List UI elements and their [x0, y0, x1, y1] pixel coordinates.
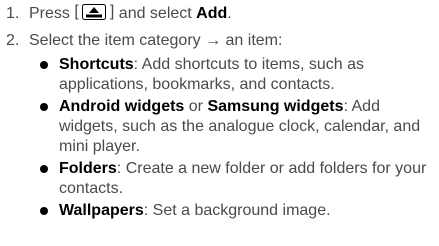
step-number: 1.	[6, 5, 20, 22]
list-item-widgets: Android widgets or Samsung widgets: Add …	[36, 97, 436, 157]
list-item-folders: Folders: Create a new folder or add fold…	[36, 159, 436, 199]
bullet-icon	[40, 165, 48, 173]
item-category-list: Shortcuts: Add shortcuts to items, such …	[36, 55, 436, 223]
term-samsung-widgets: Samsung widgets	[207, 98, 344, 115]
step-text-middle: and select	[114, 5, 197, 22]
step-1: 1. Press [ ] and select Add.	[6, 3, 232, 24]
step-text: Select the item category → an item:	[29, 32, 283, 49]
step-number: 2.	[6, 32, 20, 49]
step-text-after: .	[227, 5, 232, 22]
bracket-open: [	[74, 3, 79, 20]
bracket-close: ]	[109, 3, 115, 20]
instruction-document: 1. Press [ ] and select Add. 2. Select the…	[0, 0, 439, 246]
description: : Set a background image.	[143, 202, 331, 219]
term-wallpapers: Wallpapers	[59, 202, 144, 219]
list-item-wallpapers: Wallpapers: Set a background image.	[36, 201, 436, 221]
menu-key-icon	[82, 4, 107, 20]
step-2: 2. Select the item category → an item:	[6, 31, 282, 51]
menu-key-reference: [ ]	[74, 3, 114, 21]
term-shortcuts: Shortcuts	[59, 56, 134, 73]
term-android-widgets: Android widgets	[59, 98, 185, 115]
add-option-label: Add	[196, 5, 228, 22]
bullet-icon	[40, 103, 48, 111]
bullet-icon	[40, 207, 48, 215]
term-folders: Folders	[59, 160, 117, 177]
list-item-shortcuts: Shortcuts: Add shortcuts to items, such …	[36, 55, 436, 95]
bullet-icon	[40, 61, 48, 69]
term-join: or	[184, 98, 208, 115]
step-text-before: Press	[29, 5, 75, 22]
